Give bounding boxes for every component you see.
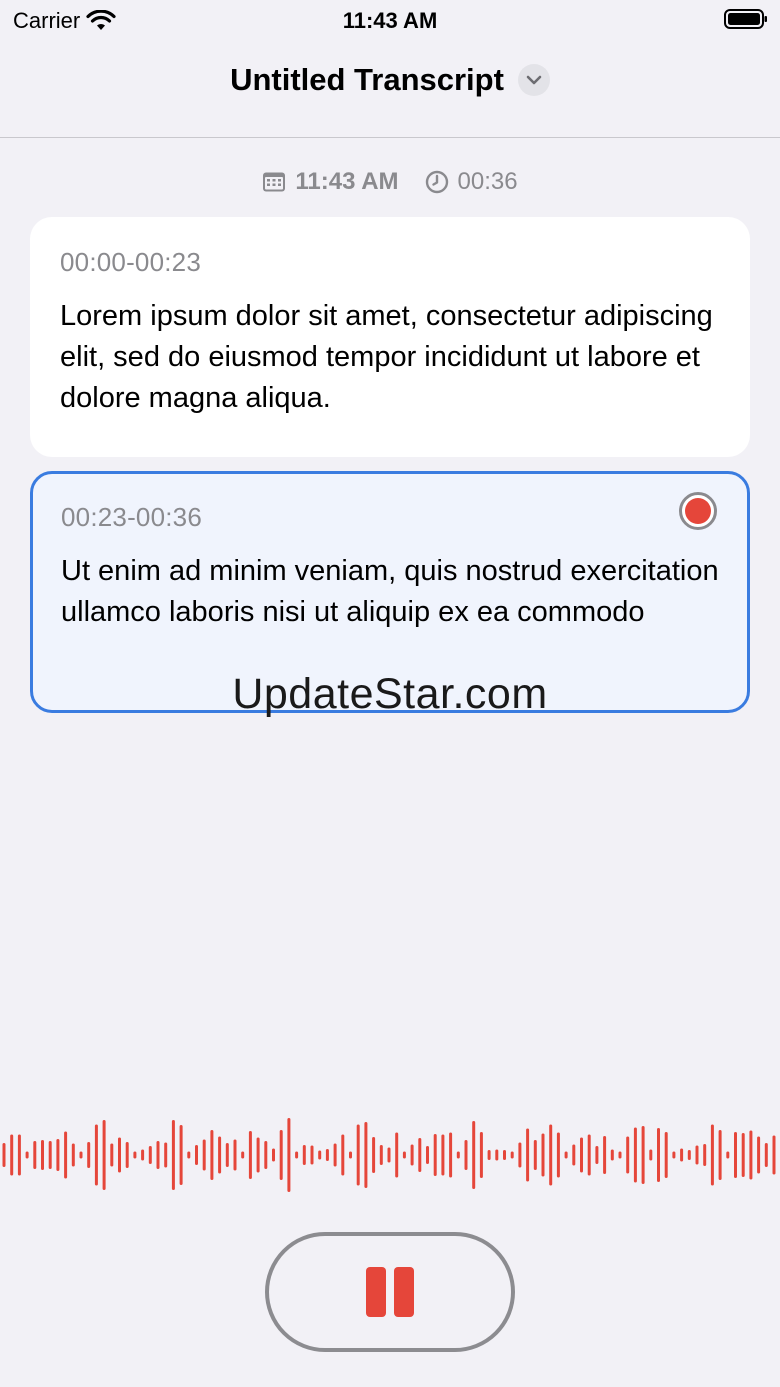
pause-icon [366, 1267, 386, 1317]
battery-icon [724, 9, 767, 29]
pause-icon [394, 1267, 414, 1317]
start-time-item: 11:43 AM [262, 168, 399, 196]
status-time: 11:43 AM [342, 8, 438, 33]
calendar-icon [263, 172, 286, 192]
transcript-segment[interactable]: 00:00-00:23 Lorem ipsum dolor sit amet, … [30, 217, 750, 457]
page-title: Untitled Transcript [230, 62, 504, 97]
clock-icon [425, 170, 448, 194]
duration: 00:36 [457, 168, 518, 195]
audio-waveform [2, 1118, 776, 1192]
segment-time-range: 00:23-00:36 [61, 502, 202, 532]
start-time: 11:43 AM [295, 168, 399, 195]
title-menu-button[interactable] [517, 64, 550, 96]
segment-text: Ut enim ad minim veniam, quis nostrud ex… [61, 555, 719, 628]
watermark: UpdateStar.com [232, 670, 548, 718]
recording-meta: 11:43 AM 00:36 [0, 168, 780, 196]
duration-item: 00:36 [425, 168, 518, 196]
navigation-bar: Untitled Transcript [0, 40, 780, 138]
title-dropdown[interactable]: Untitled Transcript [230, 62, 550, 98]
recording-indicator-icon [679, 492, 717, 530]
chevron-down-icon [526, 75, 542, 85]
pause-button[interactable] [265, 1232, 515, 1352]
segment-text: Lorem ipsum dolor sit amet, consectetur … [60, 300, 713, 414]
segment-time-range: 00:00-00:23 [60, 247, 201, 277]
status-bar: Carrier 11:43 AM [0, 0, 780, 40]
